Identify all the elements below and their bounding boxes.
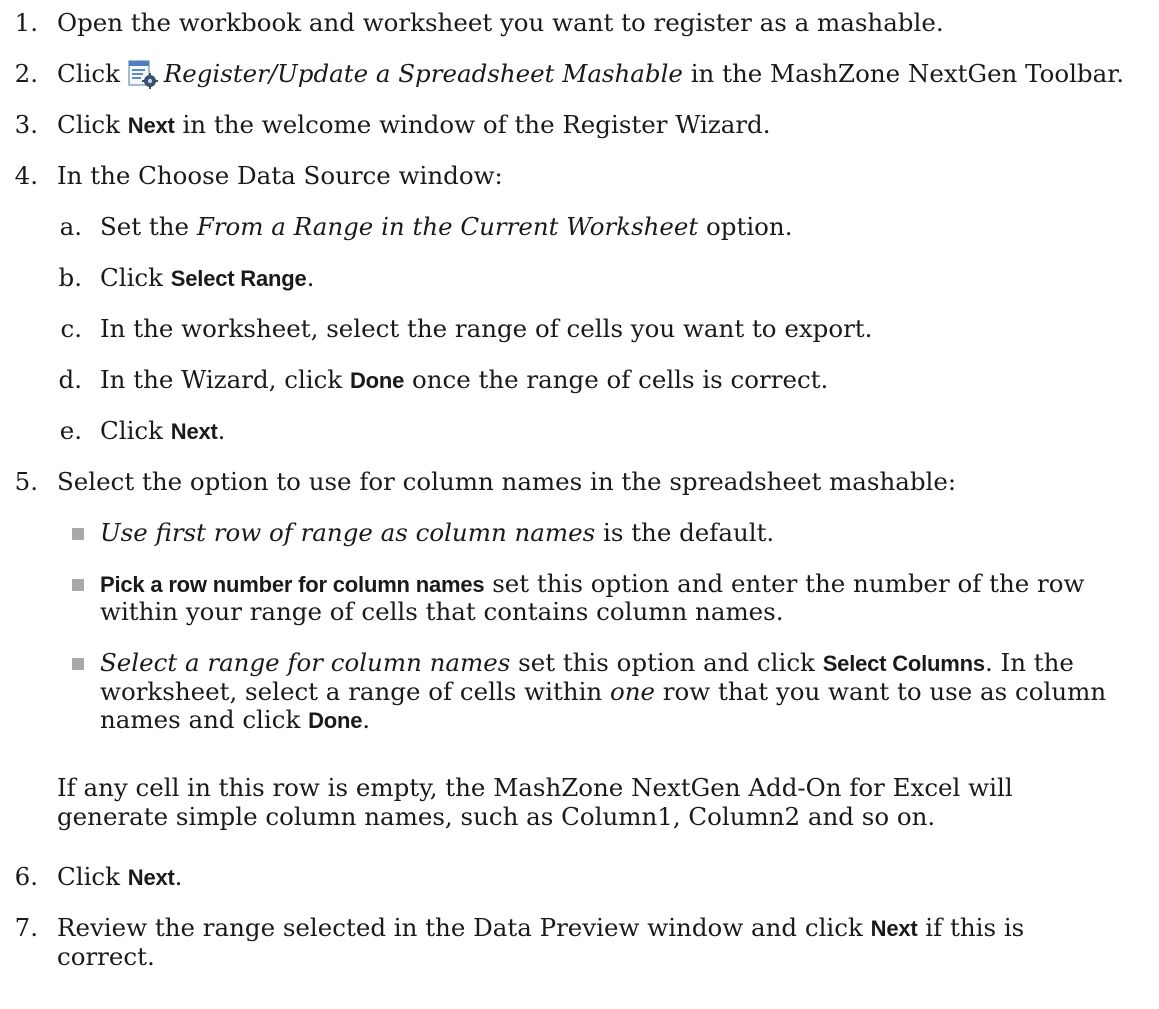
ui-term-next: Next	[170, 419, 218, 444]
option-select-range-columns-cont: worksheet, select a range of cells withi…	[100, 677, 1107, 706]
step-1-text: Open the workbook and worksheet you want…	[57, 8, 944, 37]
ui-term-next: Next	[127, 113, 175, 138]
step-5-text: Select the option to use for column name…	[57, 467, 957, 496]
substep-letter: e.	[59, 416, 82, 445]
step-number: 1.	[14, 8, 38, 37]
option-pick-row-number: Pick a row number for column names set t…	[100, 569, 1085, 598]
spreadsheet-register-icon	[128, 59, 158, 89]
step-3-text: Click Next in the welcome window of the …	[57, 110, 771, 139]
step-7-text-cont: correct.	[57, 942, 155, 971]
substep-letter: b.	[58, 263, 82, 292]
step-number: 6.	[14, 862, 38, 891]
substep-b-text: Click Select Range.	[100, 263, 315, 292]
substep-c-text: In the worksheet, select the range of ce…	[100, 314, 873, 343]
ui-term-next: Next	[127, 865, 175, 890]
ui-term-select-columns: Select Columns	[822, 651, 985, 676]
bullet-marker	[72, 579, 84, 591]
ui-term-next: Next	[870, 916, 918, 941]
note-line-1: If any cell in this row is empty, the Ma…	[57, 773, 1013, 802]
step-number: 4.	[14, 161, 38, 190]
substep-letter: a.	[59, 212, 82, 241]
step-6-text: Click Next.	[57, 862, 183, 891]
step-number: 5.	[14, 467, 38, 496]
substep-letter: d.	[58, 365, 82, 394]
step-number: 7.	[14, 913, 38, 942]
ui-term-select-range: Select Range	[170, 266, 307, 291]
substep-e-text: Click Next.	[100, 416, 226, 445]
instruction-document: 1. Open the workbook and worksheet you w…	[0, 0, 1159, 1009]
substep-a-text: Set the From a Range in the Current Work…	[100, 212, 793, 241]
step-number: 2.	[14, 59, 38, 88]
bullet-marker	[72, 528, 84, 540]
ui-term-done: Done	[349, 368, 405, 393]
step-4-text: In the Choose Data Source window:	[57, 161, 503, 190]
step-7-text: Review the range selected in the Data Pr…	[57, 913, 1025, 942]
option-first-row: Use first row of range as column names i…	[100, 518, 775, 547]
bullet-marker	[72, 658, 84, 670]
note-line-2: generate simple column names, such as Co…	[57, 802, 936, 831]
option-select-range-columns: Select a range for column names set this…	[100, 648, 1074, 677]
ui-term-pick-row: Pick a row number for column names	[100, 572, 485, 597]
substep-d-text: In the Wizard, click Done once the range…	[100, 365, 829, 394]
ui-term-done: Done	[308, 708, 363, 733]
option-select-range-columns-cont2: names and click Done.	[100, 705, 371, 734]
step-2-text: Click Register/Update a Spreadsheet Mash…	[57, 59, 1125, 89]
option-pick-row-number-cont: within your range of cells that contains…	[100, 597, 784, 626]
substep-letter: c.	[60, 314, 82, 343]
step-number: 3.	[14, 110, 38, 139]
